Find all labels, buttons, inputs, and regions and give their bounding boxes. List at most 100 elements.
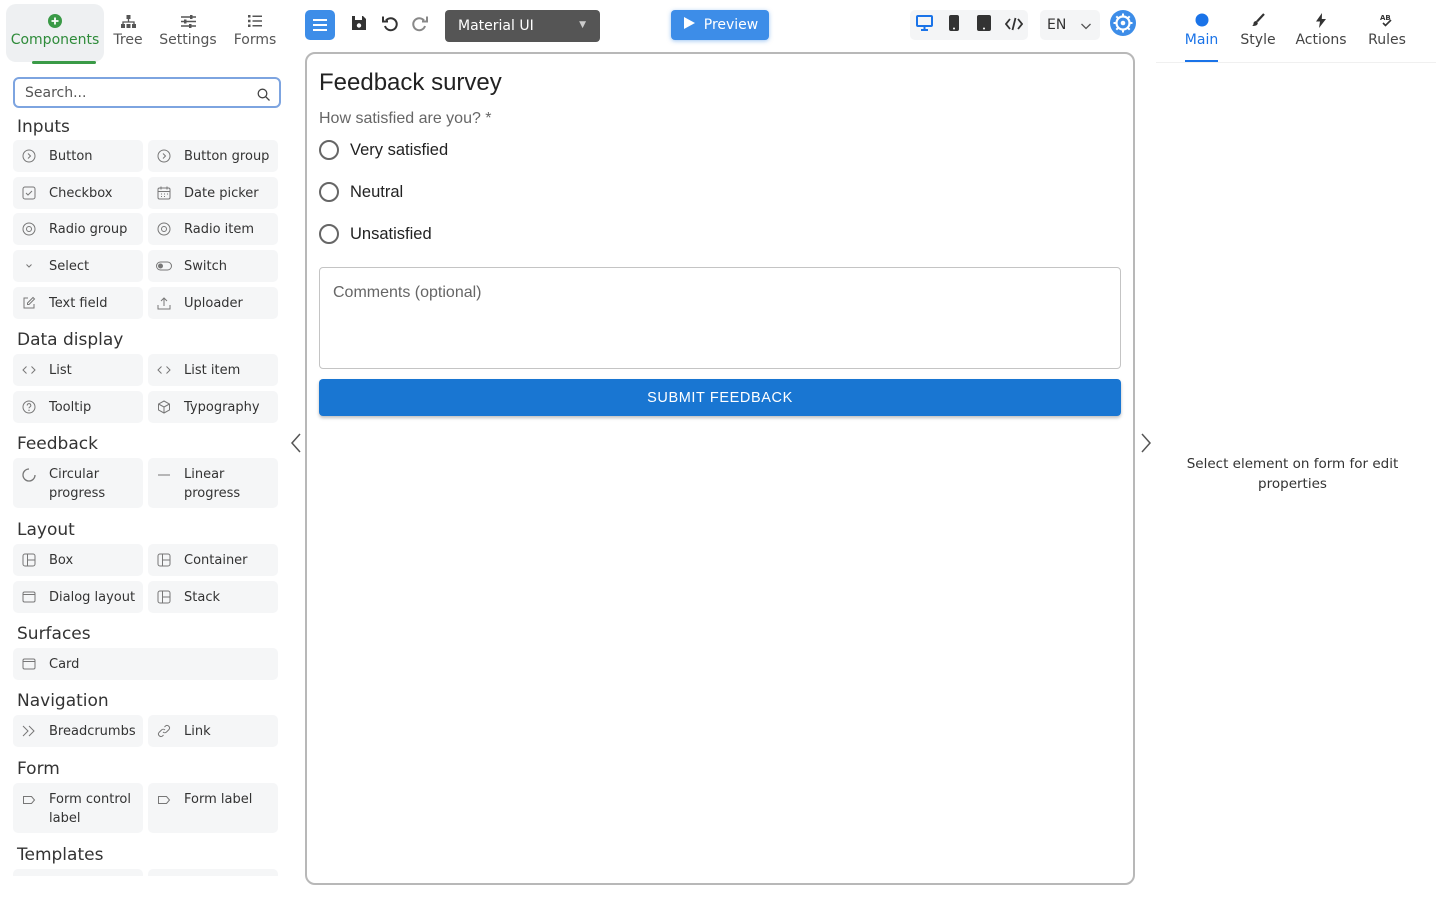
- component-date-picker[interactable]: Date picker: [148, 177, 278, 209]
- radio-icon: [21, 221, 37, 237]
- brush-icon: [1251, 12, 1265, 28]
- component-label: List: [49, 362, 72, 378]
- component-label: Box: [49, 552, 74, 568]
- preview-label: Preview: [703, 17, 759, 33]
- component-circular-progress[interactable]: Circular progress: [13, 458, 143, 508]
- code-view-button[interactable]: [1003, 15, 1025, 35]
- language-value: EN: [1047, 17, 1067, 33]
- layout-icon: [21, 552, 37, 568]
- component-label: Switch: [184, 258, 227, 274]
- preview-button[interactable]: Preview: [671, 10, 769, 40]
- desktop-icon: [915, 15, 933, 35]
- group-title-feedback: Feedback: [17, 434, 98, 454]
- group-title-layout: Layout: [17, 520, 75, 540]
- component-form-label[interactable]: Form label: [148, 783, 278, 833]
- radio-option-very-satisfied[interactable]: Very satisfied: [319, 140, 448, 160]
- tab-main[interactable]: Main: [1185, 0, 1218, 62]
- tablet-view-button[interactable]: [974, 15, 994, 35]
- undo-button[interactable]: [379, 15, 401, 35]
- tab-components[interactable]: Components: [6, 4, 104, 64]
- redo-button[interactable]: [409, 15, 431, 35]
- save-button[interactable]: [349, 15, 369, 35]
- component-label: Breadcrumbs: [49, 723, 136, 739]
- component-text-field[interactable]: Text field: [13, 287, 143, 319]
- component-label: Date picker: [184, 185, 259, 201]
- component-button[interactable]: Button: [13, 140, 143, 172]
- menu-icon: [313, 16, 327, 35]
- menu-button[interactable]: [305, 10, 335, 40]
- tab-label: Rules: [1368, 32, 1406, 48]
- desktop-view-button[interactable]: [914, 15, 934, 35]
- upload-icon: [156, 295, 172, 311]
- component-breadcrumbs[interactable]: Breadcrumbs: [13, 715, 143, 747]
- comments-input[interactable]: [333, 284, 1103, 354]
- group-title-navigation: Navigation: [17, 691, 109, 711]
- app-settings-button[interactable]: [1110, 10, 1136, 40]
- window-icon: [21, 589, 37, 605]
- form-canvas[interactable]: Feedback survey How satisfied are you? *…: [305, 52, 1135, 885]
- radio-button[interactable]: [319, 182, 339, 202]
- component-uploader[interactable]: Uploader: [148, 287, 278, 319]
- radio-option-unsatisfied[interactable]: Unsatisfied: [319, 224, 432, 244]
- component-button-group[interactable]: Button group: [148, 140, 278, 172]
- language-select[interactable]: EN: [1040, 10, 1100, 40]
- component-label: Tooltip: [49, 399, 92, 415]
- component-checkbox[interactable]: Checkbox: [13, 177, 143, 209]
- gear-icon: [1110, 10, 1136, 40]
- component-radio-item[interactable]: Radio item: [148, 213, 278, 245]
- component-list[interactable]: Inputs Button Button group Checkbox Date…: [0, 113, 290, 876]
- tab-forms[interactable]: Forms: [230, 4, 280, 62]
- component-list-item[interactable]: List item: [148, 354, 278, 386]
- component-template-item[interactable]: [148, 869, 278, 876]
- component-stack[interactable]: Stack: [148, 581, 278, 613]
- component-box[interactable]: Box: [13, 544, 143, 576]
- component-card[interactable]: Card: [13, 648, 278, 680]
- calendar-icon: [156, 185, 172, 201]
- radio-button[interactable]: [319, 140, 339, 160]
- group-title-templates: Templates: [17, 845, 104, 865]
- radio-button[interactable]: [319, 224, 339, 244]
- component-switch[interactable]: Switch: [148, 250, 278, 282]
- radio-option-neutral[interactable]: Neutral: [319, 182, 403, 202]
- component-tooltip[interactable]: Tooltip: [13, 391, 143, 423]
- edit-icon: [21, 295, 37, 311]
- tab-actions[interactable]: Actions: [1295, 0, 1347, 62]
- component-label: Checkbox: [49, 185, 113, 201]
- component-radio-group[interactable]: Radio group: [13, 213, 143, 245]
- rules-icon: AB: [1379, 12, 1395, 28]
- component-select[interactable]: Select: [13, 250, 143, 282]
- window-icon: [21, 656, 37, 672]
- component-template-item[interactable]: [13, 869, 143, 876]
- component-dialog-layout[interactable]: Dialog layout: [13, 581, 143, 613]
- component-label: Form label: [184, 792, 253, 807]
- collapse-right-panel-button[interactable]: [1138, 432, 1154, 454]
- component-container[interactable]: Container: [148, 544, 278, 576]
- tab-settings[interactable]: Settings: [156, 4, 220, 62]
- collapse-left-panel-button[interactable]: [288, 432, 304, 454]
- link-icon: [156, 723, 172, 739]
- tab-label: Tree: [113, 32, 143, 48]
- component-label: List item: [184, 362, 241, 378]
- component-list-item-list[interactable]: List: [13, 354, 143, 386]
- component-label: Button: [49, 148, 93, 164]
- search-icon[interactable]: [257, 86, 270, 105]
- tab-tree[interactable]: Tree: [108, 4, 148, 62]
- tab-label: Style: [1240, 32, 1276, 48]
- component-linear-progress[interactable]: Linear progress: [148, 458, 278, 508]
- component-typography[interactable]: Typography: [148, 391, 278, 423]
- component-link[interactable]: Link: [148, 715, 278, 747]
- component-label: Button group: [184, 148, 270, 164]
- component-label: Uploader: [184, 295, 243, 311]
- mobile-icon: [949, 15, 959, 35]
- code-icon: [21, 362, 37, 378]
- submit-feedback-button[interactable]: SUBMIT FEEDBACK: [319, 379, 1121, 416]
- tablet-icon: [977, 15, 991, 35]
- search-input[interactable]: [25, 84, 245, 101]
- radio-label: Very satisfied: [350, 140, 449, 159]
- group-title-data-display: Data display: [17, 330, 124, 350]
- theme-select[interactable]: Material UI ▼: [445, 10, 600, 42]
- tab-style[interactable]: Style: [1240, 0, 1276, 62]
- mobile-view-button[interactable]: [944, 15, 964, 35]
- component-form-control-label[interactable]: Form control label: [13, 783, 143, 833]
- tab-rules[interactable]: AB Rules: [1368, 0, 1406, 62]
